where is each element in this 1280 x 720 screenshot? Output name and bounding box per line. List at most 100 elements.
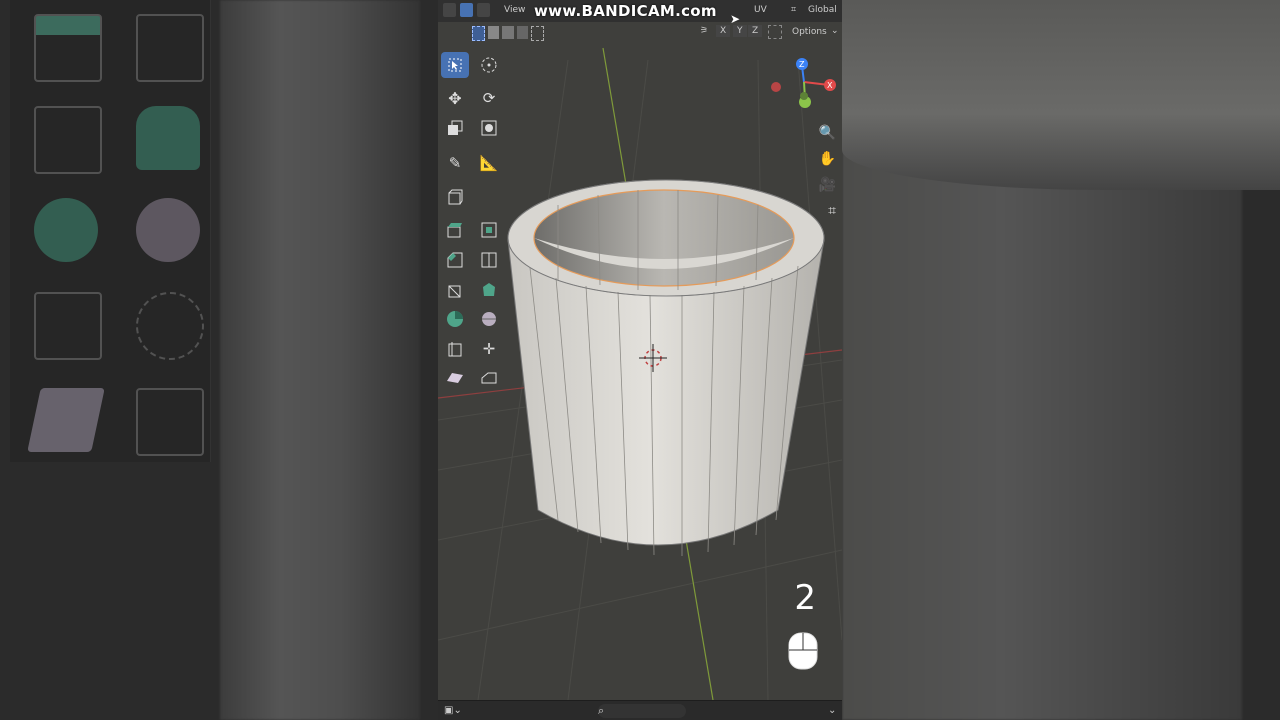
transform-tool[interactable]	[475, 115, 503, 141]
spin-tool[interactable]	[441, 306, 469, 332]
recording-watermark: www.BANDICAM.com	[534, 2, 717, 20]
rotate-icon: ⟳	[482, 89, 496, 107]
uv-menu[interactable]: UV	[754, 5, 767, 15]
inset-faces-tool[interactable]	[475, 217, 503, 243]
viewport-header: View UV ⌗ Global www.BANDICAM.com ➤	[438, 0, 842, 26]
blurred-cylinder-rim	[842, 0, 1280, 190]
navigation-gizmo[interactable]: Z X	[768, 52, 842, 114]
cursor-icon	[481, 57, 497, 73]
3d-viewport[interactable]: View UV ⌗ Global www.BANDICAM.com ➤ ⚞ X …	[438, 0, 842, 720]
camera-icon: 🎥	[818, 177, 836, 193]
select-intersect-icon[interactable]	[530, 26, 545, 41]
camera-view-button[interactable]: 🎥	[819, 174, 836, 193]
zoom-icon: 🔍	[818, 125, 836, 141]
mirror-icon[interactable]: ⚞	[700, 26, 708, 36]
annotate-tool[interactable]: ✎	[441, 150, 469, 176]
measure-icon: 📐	[479, 154, 499, 172]
select-new-icon[interactable]	[472, 26, 486, 41]
rip-region-tool[interactable]	[475, 365, 503, 391]
select-box-tool[interactable]	[441, 52, 469, 78]
inset-faces-icon-large	[136, 14, 204, 82]
hand-pan-icon: ✋	[818, 151, 836, 167]
shear-icon-large	[27, 388, 105, 452]
blurred-toolbar-panel	[10, 0, 211, 462]
extrude-region-tool[interactable]	[441, 217, 469, 243]
orientation-icon: ⌗	[791, 5, 797, 15]
shear-tool[interactable]	[441, 365, 469, 391]
cursor-tool[interactable]	[475, 52, 503, 78]
select-invert-icon[interactable]	[516, 26, 528, 39]
select-subtract-icon[interactable]	[502, 26, 514, 39]
smooth-tool[interactable]	[475, 306, 503, 332]
rip-region-icon-large	[136, 388, 204, 456]
transform-icon	[481, 120, 497, 136]
loop-cut-tool[interactable]	[475, 247, 503, 273]
chevron-down-icon[interactable]: ⌄	[828, 705, 836, 716]
measure-tool[interactable]: 📐	[475, 150, 503, 176]
cup-rim-inner	[533, 189, 795, 287]
pan-button[interactable]: ✋	[819, 148, 836, 167]
rip-region-icon	[481, 372, 497, 384]
shrink-fatten-icon-large	[136, 292, 204, 360]
search-field[interactable]	[598, 704, 686, 718]
rotate-tool[interactable]: ⟳	[475, 85, 503, 111]
shrink-fatten-tool[interactable]: ✛	[475, 336, 503, 362]
poly-build-icon	[483, 283, 495, 296]
mirror-y-toggle[interactable]: Y	[733, 25, 747, 37]
shrink-fatten-icon: ✛	[482, 340, 496, 358]
background-right-blur	[842, 0, 1280, 720]
snap-icon[interactable]	[768, 25, 782, 39]
move-tool[interactable]: ✥	[441, 85, 469, 111]
knife-icon	[448, 285, 461, 298]
svg-text:Z: Z	[799, 60, 805, 69]
neg-y-axis-handle	[800, 92, 808, 100]
edge-select-mode-button[interactable]	[460, 3, 473, 17]
status-bar: ▣⌄ ⌕ ⌄	[438, 700, 842, 720]
edge-slide-tool[interactable]	[441, 336, 469, 362]
search-icon: ⌕	[598, 704, 605, 717]
zoom-button[interactable]: 🔍	[819, 122, 836, 141]
mirror-z-toggle[interactable]: Z	[748, 25, 763, 37]
spin-icon-large	[34, 198, 98, 262]
svg-text:X: X	[827, 81, 833, 90]
options-dropdown[interactable]: Options	[792, 27, 827, 37]
smooth-icon	[482, 312, 496, 326]
select-box-icon	[448, 58, 462, 72]
grid-view-icon: ⌗	[828, 203, 836, 219]
selection-mode-buttons[interactable]	[472, 26, 545, 41]
add-cube-icon	[448, 189, 463, 205]
view-menu[interactable]: View	[504, 5, 525, 15]
editor-type-icon[interactable]: ▣⌄	[444, 705, 462, 716]
extrude-region-icon	[447, 223, 462, 238]
vertex-select-mode-button[interactable]	[443, 3, 456, 17]
annotate-icon: ✎	[448, 154, 462, 172]
mirror-x-toggle[interactable]: X	[716, 25, 731, 37]
knife-tool[interactable]	[441, 277, 469, 303]
smooth-icon-large	[136, 198, 200, 262]
mouse-icon	[788, 632, 818, 670]
loop-cut-icon-large	[136, 106, 200, 170]
grid-view-button[interactable]: ⌗	[828, 200, 836, 219]
add-cube-tool[interactable]	[441, 184, 469, 210]
chevron-down-icon: ⌄	[831, 26, 839, 36]
viewport-subheader: ⚞ X Y Z Options ⌄	[438, 22, 842, 44]
edge-slide-icon	[448, 342, 462, 357]
bevel-icon	[447, 252, 463, 268]
move-icon: ✥	[448, 88, 462, 108]
extrude-region-icon-large	[34, 14, 102, 82]
transform-orientation-dropdown[interactable]: Global	[808, 5, 837, 15]
scale-icon	[448, 120, 463, 135]
select-extend-icon[interactable]	[488, 26, 500, 39]
edge-slide-icon-large	[34, 292, 102, 360]
spin-icon	[447, 311, 463, 327]
key-press-counter: 2	[794, 578, 816, 618]
inset-faces-icon	[481, 222, 497, 238]
bevel-tool[interactable]	[441, 247, 469, 273]
face-select-mode-button[interactable]	[477, 3, 490, 17]
poly-build-tool[interactable]	[475, 277, 503, 303]
loop-cut-icon	[481, 252, 497, 268]
shear-icon	[447, 373, 463, 383]
scale-tool[interactable]	[441, 115, 469, 141]
background-left-blur	[0, 0, 438, 720]
blurred-cylinder-left	[220, 0, 420, 720]
